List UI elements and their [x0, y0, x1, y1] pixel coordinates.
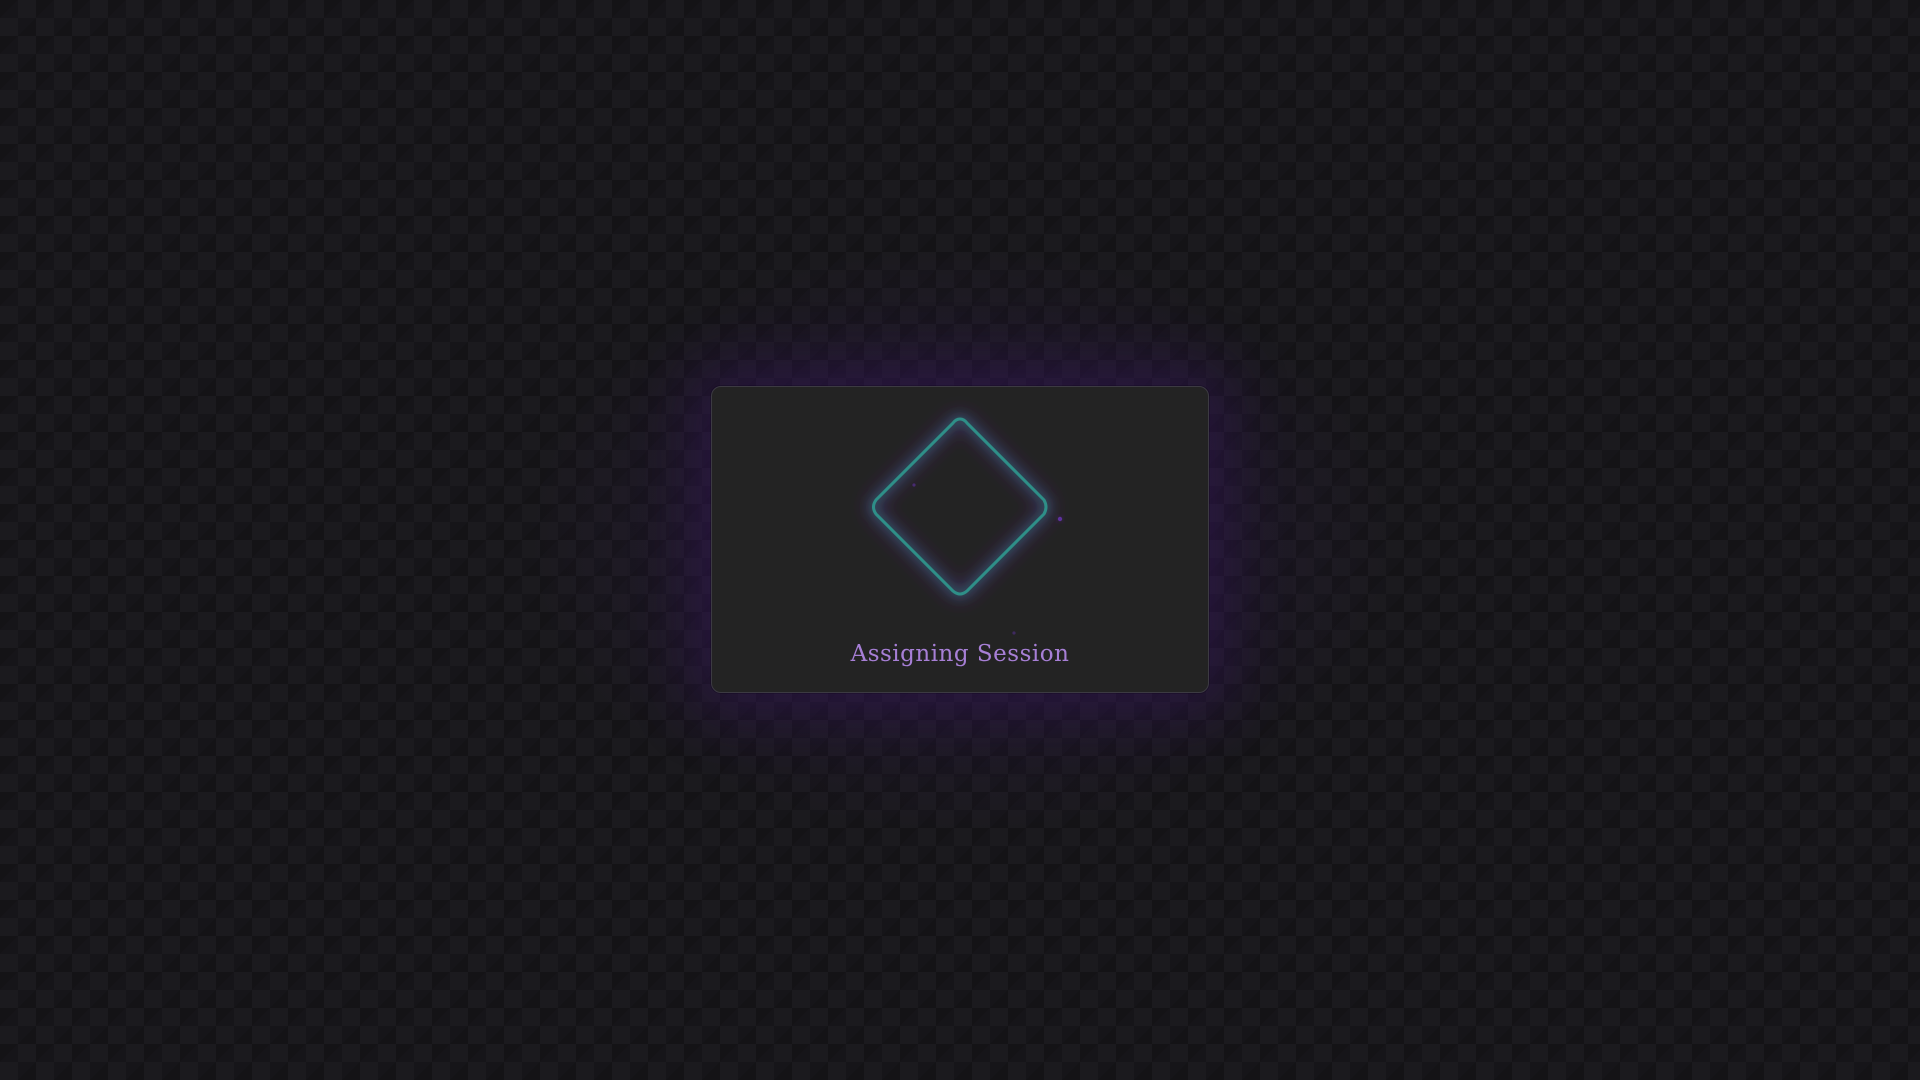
- status-text: Assigning Session: [850, 641, 1070, 667]
- diamond-spinner-icon: [868, 413, 1063, 635]
- loading-card: Assigning Session: [711, 386, 1209, 693]
